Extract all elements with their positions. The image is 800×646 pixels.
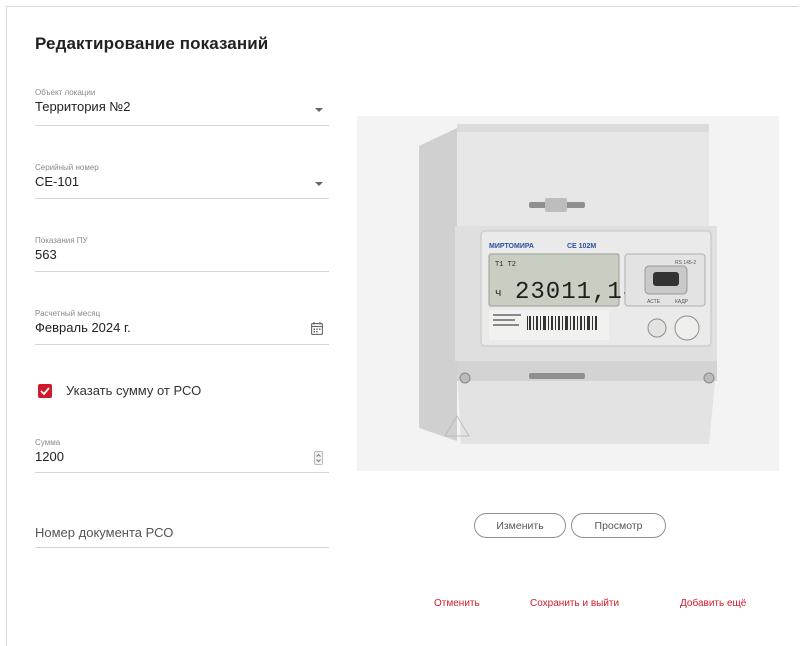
serial-value: CE-101 <box>35 174 80 189</box>
field-underline <box>35 198 329 199</box>
field-underline <box>35 271 329 272</box>
field-underline <box>35 125 329 126</box>
rso-document-number-input[interactable]: Номер документа РСО <box>35 523 329 553</box>
reading-value: 563 <box>35 247 57 262</box>
location-value: Территория №2 <box>35 99 131 114</box>
meter-display-text: 23011,14 <box>515 279 638 306</box>
meter-tariff-text: T1 T2 <box>495 261 516 269</box>
meter-photo: МИРТОМИРА CE 102M T1 T2 ч 23011,14 RS 14… <box>357 116 779 471</box>
check-icon <box>40 386 50 395</box>
meter-model-text: CE 102M <box>567 243 596 250</box>
serial-label: Серийный номер <box>35 163 99 172</box>
chevron-down-icon <box>315 108 323 112</box>
rso-sum-checkbox-row[interactable]: Указать сумму от РСО <box>38 383 201 398</box>
meter-brand-text: МИРТОМИРА <box>489 243 534 250</box>
view-photo-button[interactable]: Просмотр <box>571 513 666 538</box>
rso-document-number-placeholder: Номер документа РСО <box>35 525 174 540</box>
change-photo-button[interactable]: Изменить <box>474 513 566 538</box>
sum-input[interactable]: Сумма 1200 <box>35 438 329 476</box>
electricity-meter-image: МИРТОМИРА CE 102M T1 T2 ч 23011,14 RS 14… <box>357 116 779 471</box>
month-label: Расчетный месяц <box>35 309 101 318</box>
serial-select[interactable]: Серийный номер CE-101 <box>35 163 329 201</box>
meter-side-model: RS 145-2 <box>675 260 696 266</box>
number-spinner-icon[interactable] <box>314 451 323 465</box>
month-picker[interactable]: Расчетный месяц Февраль 2024 г. <box>35 309 329 347</box>
month-value: Февраль 2024 г. <box>35 320 131 335</box>
reading-input[interactable]: Показания ПУ 563 <box>35 236 329 274</box>
meter-unit-text: ч <box>495 288 502 300</box>
rso-sum-checkbox-label: Указать сумму от РСО <box>66 383 202 398</box>
page-title: Редактирование показаний <box>35 34 269 53</box>
chevron-down-icon <box>315 182 323 186</box>
add-more-button[interactable]: Добавить ещё <box>680 598 746 609</box>
meter-button-label-1: АСТЕ <box>647 299 661 305</box>
sum-value: 1200 <box>35 449 64 464</box>
field-underline <box>35 472 329 473</box>
save-and-exit-button[interactable]: Сохранить и выйти <box>530 598 619 609</box>
location-label: Объект локации <box>35 88 96 97</box>
calendar-icon[interactable] <box>311 322 323 335</box>
cancel-button[interactable]: Отменить <box>434 598 480 609</box>
sum-label: Сумма <box>35 438 61 447</box>
reading-label: Показания ПУ <box>35 236 88 245</box>
field-underline <box>35 547 329 548</box>
location-select[interactable]: Объект локации Территория №2 <box>35 88 329 126</box>
meter-button-label-2: КАДР <box>675 299 689 305</box>
field-underline <box>35 344 329 345</box>
rso-sum-checkbox[interactable] <box>38 383 52 398</box>
